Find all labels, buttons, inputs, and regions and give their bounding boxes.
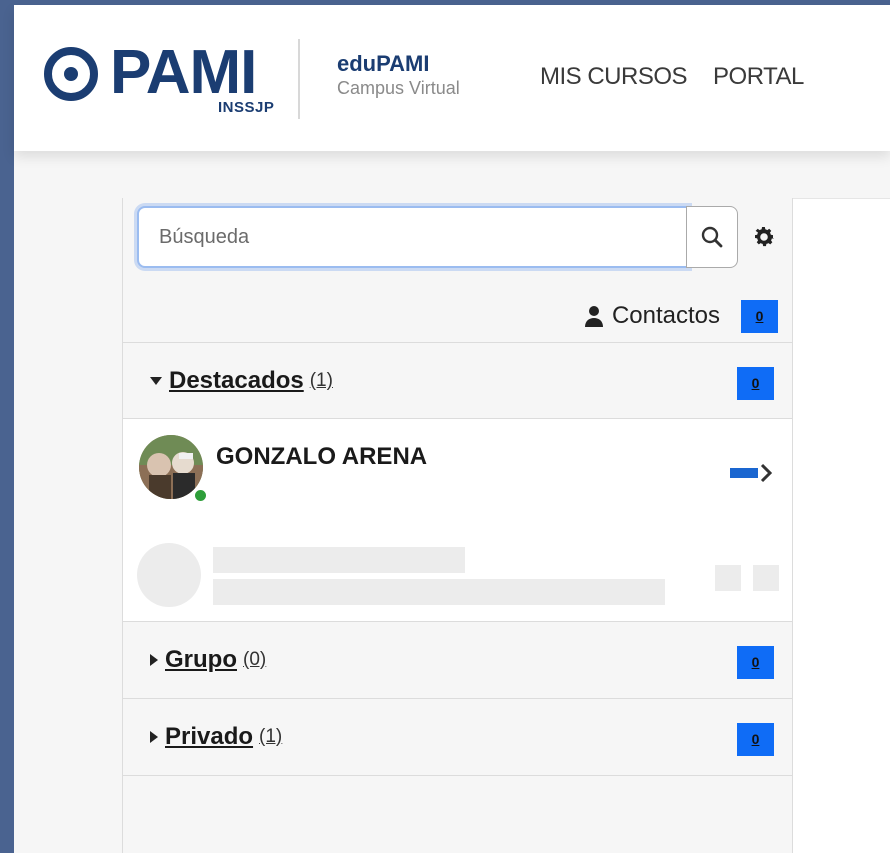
online-status-indicator bbox=[193, 488, 208, 503]
contacts-count-badge: 0 bbox=[741, 300, 778, 333]
section-count: (1) bbox=[309, 370, 333, 391]
search-input[interactable] bbox=[137, 206, 689, 268]
section-header[interactable]: Privado (1) bbox=[149, 723, 282, 751]
user-icon bbox=[584, 306, 603, 327]
section-count: (0) bbox=[243, 649, 267, 670]
search-row bbox=[137, 206, 787, 270]
caret-right-icon bbox=[150, 731, 158, 743]
section-title: Grupo bbox=[165, 646, 237, 673]
loading-placeholder-block bbox=[715, 565, 741, 591]
nav-link-portal[interactable]: PORTAL bbox=[713, 63, 804, 91]
destacados-list: GONZALO ARENA bbox=[123, 418, 792, 621]
pami-logo[interactable]: PAMI INSSJP bbox=[42, 38, 292, 121]
gear-icon[interactable] bbox=[751, 224, 777, 250]
unread-indicator bbox=[730, 468, 758, 478]
primary-nav: MIS CURSOS PORTAL bbox=[540, 63, 804, 91]
top-navbar: PAMI INSSJP eduPAMI Campus Virtual MIS C… bbox=[14, 5, 890, 151]
pami-logo-icon bbox=[44, 47, 98, 101]
logo-divider bbox=[298, 39, 300, 119]
brand-title: eduPAMI bbox=[337, 51, 430, 76]
contact-name: GONZALO ARENA bbox=[216, 443, 428, 470]
nav-link-mis-cursos[interactable]: MIS CURSOS bbox=[540, 63, 688, 91]
section-header[interactable]: Grupo (0) bbox=[149, 646, 266, 674]
contact-open-button[interactable] bbox=[730, 463, 772, 483]
loading-placeholder-block bbox=[753, 565, 779, 591]
search-button[interactable] bbox=[686, 206, 738, 268]
unread-badge: 0 bbox=[737, 367, 774, 400]
section-privado[interactable]: Privado (1) 0 bbox=[123, 698, 792, 775]
brand-subtitle: Campus Virtual bbox=[337, 78, 460, 98]
contacts-label: Contactos bbox=[611, 302, 720, 329]
logo-subtitle: INSSJP bbox=[218, 99, 275, 116]
loading-placeholder-line bbox=[213, 547, 465, 573]
unread-badge: 0 bbox=[737, 646, 774, 679]
unread-badge: 0 bbox=[737, 723, 774, 756]
search-icon bbox=[701, 226, 723, 248]
section-header[interactable]: Destacados (1) bbox=[149, 367, 333, 395]
section-title: Destacados bbox=[169, 367, 304, 394]
contacts-row[interactable]: Contactos 0 bbox=[123, 294, 792, 340]
caret-right-icon bbox=[150, 654, 158, 666]
section-count: (1) bbox=[259, 726, 283, 747]
section-title: Privado bbox=[165, 723, 254, 750]
section-destacados[interactable]: Destacados (1) 0 bbox=[123, 342, 792, 419]
site-brand[interactable]: eduPAMI Campus Virtual bbox=[337, 51, 460, 99]
chevron-right-icon bbox=[760, 463, 772, 483]
messaging-drawer: Contactos 0 Destacados (1) 0 bbox=[122, 198, 793, 853]
section-divider bbox=[123, 775, 792, 776]
loading-placeholder-line bbox=[213, 579, 665, 605]
loading-placeholder-avatar bbox=[137, 543, 201, 607]
section-grupo[interactable]: Grupo (0) 0 bbox=[123, 621, 792, 698]
caret-down-icon bbox=[150, 377, 162, 385]
main-content-area bbox=[793, 198, 890, 853]
avatar bbox=[139, 435, 203, 499]
contacts-link[interactable]: Contactos bbox=[584, 302, 720, 330]
